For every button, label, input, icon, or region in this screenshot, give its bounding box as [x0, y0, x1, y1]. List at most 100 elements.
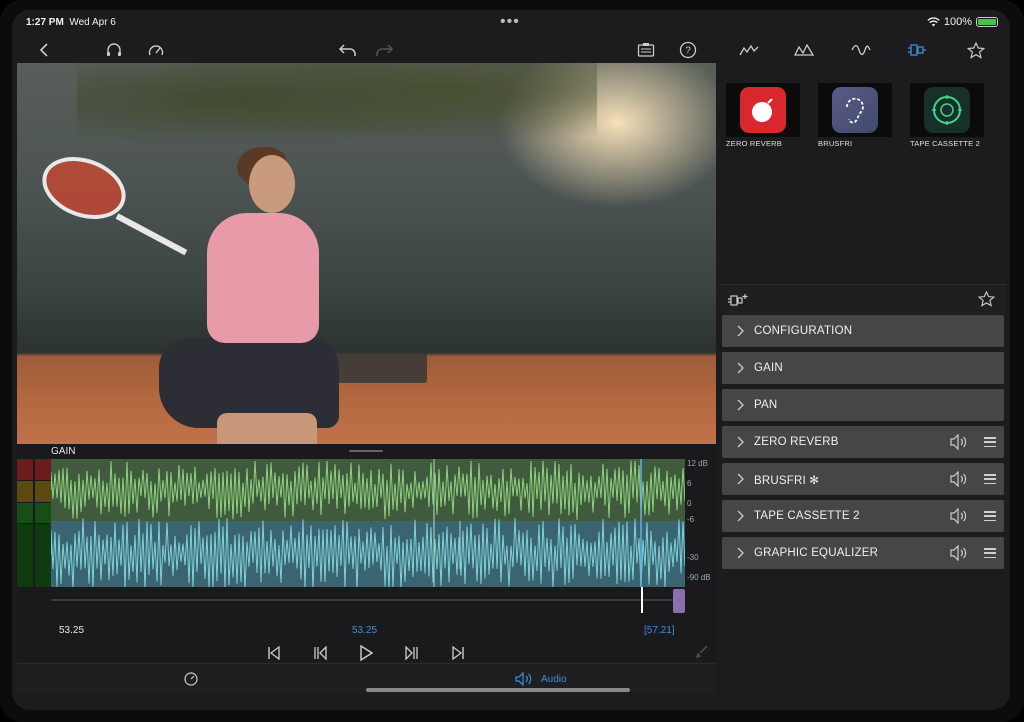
video-preview[interactable] — [17, 63, 716, 444]
speaker-icon[interactable] — [950, 508, 970, 524]
play-icon[interactable] — [353, 643, 379, 663]
speaker-icon[interactable] — [950, 434, 970, 450]
timeline-panel: GAIN 12 dB 6 0 -6 -30 -90 dB 53.25 53.25… — [17, 444, 716, 661]
speed-icon[interactable] — [184, 672, 198, 686]
section-graphic-equalizer[interactable]: GRAPHIC EQUALIZER — [722, 537, 1004, 569]
skip-to-start-icon[interactable] — [261, 643, 287, 663]
plugin-brusfri[interactable]: BRUSFRI — [818, 83, 892, 148]
svg-text:?: ? — [685, 46, 691, 57]
section-label: CONFIGURATION — [754, 325, 853, 337]
plugin-label: BRUSFRI — [818, 139, 853, 148]
plugin-tile — [910, 83, 984, 137]
add-plugin-icon[interactable] — [728, 293, 748, 307]
favorite-star-icon[interactable] — [978, 291, 995, 307]
meter-left — [17, 459, 33, 587]
ear-icon — [832, 87, 878, 133]
skip-to-end-icon[interactable] — [445, 643, 471, 663]
spectrum-icon[interactable] — [791, 39, 817, 61]
screen: 1:27 PM Wed Apr 6 ••• 100% ? GAIN 12 dB … — [12, 10, 1010, 710]
wifi-icon — [927, 17, 940, 27]
reorder-handle-icon[interactable] — [984, 511, 996, 521]
section-zero-reverb[interactable]: ZERO REVERB — [722, 426, 1004, 458]
chevron-right-icon — [737, 362, 744, 374]
plugin-tile — [818, 83, 892, 137]
undo-icon[interactable] — [335, 38, 361, 62]
time-end: [57.21] — [644, 625, 675, 636]
time-left: 53.25 — [59, 625, 85, 636]
star-icon[interactable] — [963, 39, 989, 61]
brush-icon[interactable] — [695, 644, 709, 658]
battery-label: 100% — [943, 16, 972, 28]
battery-icon — [976, 17, 998, 27]
reorder-handle-icon[interactable] — [984, 474, 996, 484]
effects-header — [720, 284, 1006, 314]
help-icon[interactable]: ? — [675, 38, 701, 62]
db-label: 12 dB — [687, 459, 708, 468]
panel-resize-handle[interactable] — [349, 450, 383, 452]
chevron-right-icon — [737, 325, 744, 337]
player-shirt — [207, 213, 319, 343]
redo-icon[interactable] — [371, 38, 397, 62]
playhead-marker[interactable] — [641, 587, 643, 613]
section-pan[interactable]: PAN — [722, 389, 1004, 421]
db-label: -30 — [687, 553, 699, 562]
section-gain[interactable]: GAIN — [722, 352, 1004, 384]
time-current: 53.25 — [352, 625, 378, 636]
section-label: BRUSFRI ✻ — [754, 475, 820, 487]
plugin-tile — [726, 83, 800, 137]
level-meters — [17, 459, 51, 587]
reorder-handle-icon[interactable] — [984, 548, 996, 558]
envelope-icon[interactable] — [736, 39, 762, 61]
audio-tab-label: Audio — [541, 673, 567, 685]
tape-dial-icon — [924, 87, 970, 133]
racket-handle — [115, 213, 188, 256]
waveform-icon[interactable] — [848, 39, 874, 61]
range-end-handle[interactable] — [673, 589, 685, 613]
section-label: PAN — [754, 399, 778, 411]
right-panel-tabs — [720, 36, 1006, 64]
effects-list: CONFIGURATION GAIN PAN ZERO REVERB BRUSF… — [722, 315, 1004, 574]
plugin-label: ZERO REVERB — [726, 139, 782, 148]
db-label: -6 — [687, 515, 695, 524]
plugin-label: TAPE CASSETTE 2 — [910, 139, 980, 148]
section-label: ZERO REVERB — [754, 436, 839, 448]
home-indicator[interactable] — [366, 688, 630, 692]
section-label: GRAPHIC EQUALIZER — [754, 547, 879, 559]
chevron-right-icon — [737, 399, 744, 411]
plugin-grid: ZERO REVERB BRUSFRI TAPE CASSETTE 2 — [726, 83, 984, 148]
section-label: GAIN — [754, 362, 783, 374]
reorder-handle-icon[interactable] — [984, 437, 996, 447]
section-label: TAPE CASSETTE 2 — [754, 510, 860, 522]
clipboard-icon[interactable] — [633, 38, 659, 62]
db-label: 6 — [687, 479, 692, 488]
top-toolbar: ? — [17, 36, 717, 64]
gain-waveform[interactable] — [51, 459, 685, 587]
step-back-icon[interactable] — [307, 643, 333, 663]
plugin-icon[interactable] — [904, 39, 930, 61]
speaker-icon[interactable] — [950, 471, 970, 487]
plugin-zero-reverb[interactable]: ZERO REVERB — [726, 83, 800, 148]
speaker-icon[interactable] — [950, 545, 970, 561]
db-label: 0 — [687, 499, 692, 508]
player-legs — [217, 413, 317, 444]
section-tape-cassette-2[interactable]: TAPE CASSETTE 2 — [722, 500, 1004, 532]
step-forward-icon[interactable] — [399, 643, 425, 663]
device-frame: 1:27 PM Wed Apr 6 ••• 100% ? GAIN 12 dB … — [0, 0, 1024, 722]
headphones-icon[interactable] — [101, 38, 127, 62]
back-icon[interactable] — [31, 38, 57, 62]
db-scale: 12 dB 6 0 -6 -30 -90 dB — [687, 459, 717, 587]
section-configuration[interactable]: CONFIGURATION — [722, 315, 1004, 347]
status-time: 1:27 PM Wed Apr 6 — [26, 17, 116, 28]
chevron-right-icon — [737, 547, 744, 559]
multitask-dots-icon[interactable]: ••• — [500, 13, 520, 31]
scrub-track[interactable] — [51, 599, 685, 601]
audio-tab[interactable]: Audio — [515, 672, 567, 686]
speedometer-icon[interactable] — [143, 38, 169, 62]
track-label: GAIN — [51, 446, 76, 457]
plugin-tape-cassette-2[interactable]: TAPE CASSETTE 2 — [910, 83, 984, 148]
meter-right — [35, 459, 51, 587]
section-brusfri[interactable]: BRUSFRI ✻ — [722, 463, 1004, 495]
video-trees — [77, 63, 597, 153]
status-bar: 1:27 PM Wed Apr 6 ••• 100% — [12, 10, 1010, 36]
chevron-right-icon — [737, 473, 744, 485]
